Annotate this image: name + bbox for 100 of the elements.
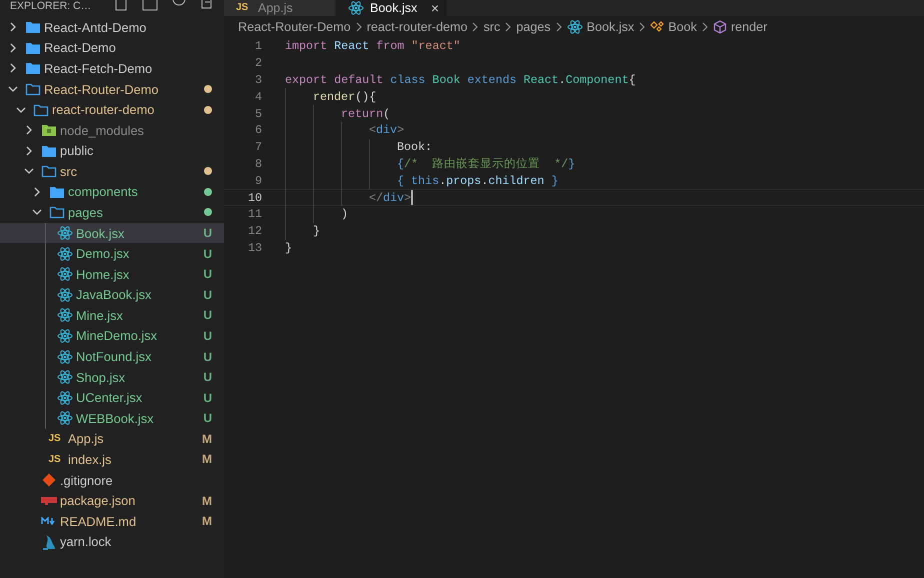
git-status-letter: M: [202, 452, 212, 466]
close-icon[interactable]: ×: [430, 1, 439, 15]
open-folder-icon: [40, 164, 56, 178]
file-name[interactable]: package.json: [60, 493, 199, 508]
file-name[interactable]: MineDemo.jsx: [76, 328, 200, 344]
breadcrumb-item[interactable]: pages: [516, 20, 551, 34]
file-name[interactable]: UCenter.jsx: [76, 390, 200, 406]
open-folder-icon: [24, 82, 40, 96]
chevron-right-icon: [554, 22, 563, 32]
git-status-letter: U: [203, 328, 212, 343]
folder-name[interactable]: React-Antd-Demo: [44, 20, 212, 35]
code-line: </div>: [369, 190, 412, 205]
js-icon: JS: [48, 454, 64, 465]
code-line: { this.props.children }: [397, 174, 558, 188]
file-name[interactable]: Book.jsx: [76, 226, 200, 241]
package-folder-icon: [40, 123, 56, 138]
git-status-letter: U: [203, 411, 212, 426]
atom-icon: [56, 226, 72, 240]
line-number: 4: [254, 90, 262, 104]
file-name[interactable]: Mine.jsx: [76, 308, 200, 323]
line-number: 8: [254, 156, 262, 171]
code-line: }: [285, 240, 292, 255]
git-status-letter: M: [202, 514, 212, 528]
markdown-icon: [40, 517, 56, 526]
file-name[interactable]: App.js: [68, 431, 199, 446]
file-name[interactable]: WEBBook.jsx: [76, 410, 200, 426]
code-line: Book:: [397, 140, 432, 154]
folder-name[interactable]: components: [68, 184, 201, 200]
folder-name[interactable]: public: [60, 143, 212, 158]
atom-icon: [56, 390, 72, 405]
folder-name[interactable]: React-Router-Demo: [44, 82, 201, 97]
atom-icon: [56, 288, 72, 302]
code-line: export default class Book extends React.Component{: [285, 72, 636, 87]
line-number: 13: [246, 240, 262, 255]
line-number: 3: [254, 72, 262, 87]
file-name[interactable]: Home.jsx: [76, 266, 200, 282]
line-number: 1: [254, 39, 262, 54]
chevron-right-icon: [638, 22, 646, 32]
git-status-letter: U: [203, 350, 212, 364]
code-line: return(: [341, 106, 390, 121]
atom-icon: [56, 370, 72, 384]
open-folder-icon: [48, 205, 64, 220]
git-status-letter: U: [203, 288, 212, 302]
line-number: 10: [246, 190, 262, 205]
line-number: 2: [254, 56, 262, 70]
file-name[interactable]: yarn.lock: [60, 534, 212, 550]
line-number: 7: [254, 140, 262, 154]
atom-icon: [56, 350, 72, 364]
atom-icon: [56, 411, 72, 426]
js-icon: JS: [48, 433, 64, 444]
line-number: 11: [246, 207, 262, 222]
atom-icon: [56, 328, 72, 343]
code-line: ): [341, 207, 348, 222]
cube-icon: [712, 20, 727, 34]
breadcrumb-item[interactable]: Book: [668, 20, 697, 34]
package-icon: [40, 496, 56, 505]
class-symbol-icon: [650, 21, 664, 33]
git-status-letter: U: [203, 308, 212, 322]
code-line: }: [313, 224, 320, 238]
line-number: 6: [254, 123, 262, 138]
code-line: import React from "react": [285, 39, 460, 54]
file-name[interactable]: Shop.jsx: [76, 370, 200, 385]
open-folder-icon: [32, 102, 48, 117]
file-name[interactable]: JavaBook.jsx: [76, 287, 200, 302]
atom-icon: [56, 308, 72, 322]
breadcrumb-item[interactable]: React-Router-Demo: [238, 20, 351, 34]
folder-icon: [24, 61, 40, 76]
git-status-letter: U: [203, 390, 212, 405]
file-name[interactable]: .gitignore: [60, 472, 212, 488]
file-name[interactable]: index.js: [68, 452, 199, 467]
text-cursor: [411, 190, 414, 206]
folder-icon: [48, 184, 64, 199]
file-name[interactable]: README.md: [60, 514, 199, 529]
folder-name[interactable]: pages: [68, 204, 201, 220]
breadcrumb-item[interactable]: render: [730, 20, 768, 34]
line-number: 12: [246, 224, 262, 238]
folder-name[interactable]: react-router-demo: [52, 102, 201, 118]
folder-icon: [40, 144, 56, 158]
breadcrumb-item[interactable]: Book.jsx: [586, 20, 634, 34]
code-line: {/* 路由嵌套显示的位置 */}: [397, 156, 576, 172]
line-number: 9: [254, 174, 262, 188]
line-number: 5: [254, 106, 262, 121]
folder-name[interactable]: node_modules: [60, 122, 212, 138]
git-status-letter: M: [202, 494, 212, 508]
chevron-right-icon: [504, 22, 512, 32]
breadcrumb-item[interactable]: react-router-demo: [366, 20, 468, 34]
editor-tab[interactable]: JS App.js: [224, 0, 336, 16]
diamond-icon: [42, 473, 56, 487]
editor-tab[interactable]: Book.jsx ×: [336, 0, 448, 16]
file-name[interactable]: NotFound.jsx: [76, 349, 200, 364]
file-name[interactable]: Demo.jsx: [76, 246, 200, 262]
atom-icon: [56, 267, 72, 282]
git-status-letter: U: [203, 267, 212, 282]
chevron-right-icon: [700, 22, 709, 32]
breadcrumb-item[interactable]: src: [483, 20, 500, 34]
folder-name[interactable]: src: [60, 164, 201, 179]
folder-name[interactable]: React-Demo: [44, 40, 212, 56]
folder-name[interactable]: React-Fetch-Demo: [44, 60, 212, 76]
atom-icon: [348, 1, 364, 15]
folder-icon: [24, 20, 40, 34]
